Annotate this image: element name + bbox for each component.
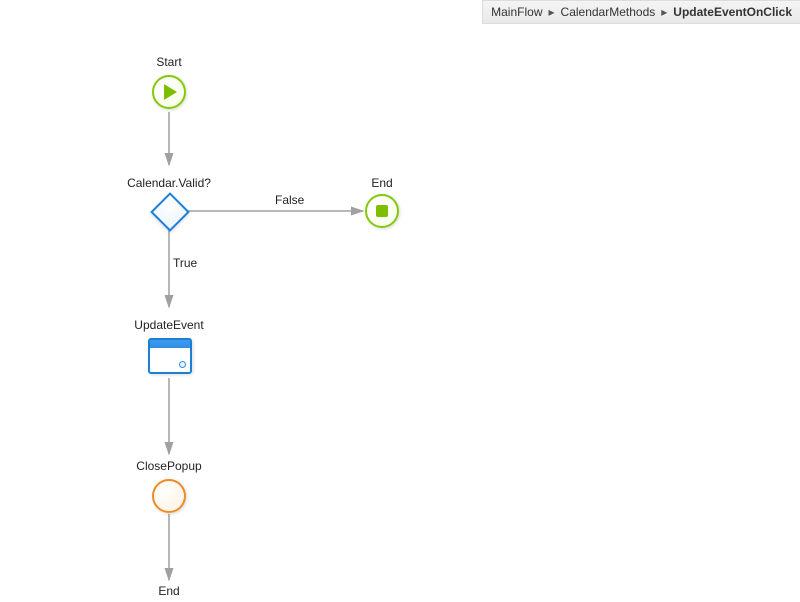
update-event-label: UpdateEvent [134, 318, 203, 332]
end-bottom-label: End [158, 584, 179, 598]
update-event-node[interactable] [148, 338, 192, 374]
edge-false-label: False [275, 193, 304, 207]
close-popup-label: ClosePopup [136, 459, 201, 473]
play-icon [164, 84, 177, 100]
decision-label: Calendar.Valid? [127, 176, 211, 190]
end-right-node[interactable] [365, 194, 399, 228]
start-label: Start [156, 55, 181, 69]
start-node[interactable] [152, 75, 186, 109]
edge-true-label: True [173, 256, 197, 270]
end-right-label: End [371, 176, 392, 190]
close-popup-node[interactable] [152, 479, 186, 513]
calendar-dot-icon [179, 361, 186, 368]
stop-icon [376, 205, 388, 217]
flow-edges [0, 0, 800, 602]
flow-canvas[interactable]: Start Calendar.Valid? False End True Upd… [0, 0, 800, 602]
